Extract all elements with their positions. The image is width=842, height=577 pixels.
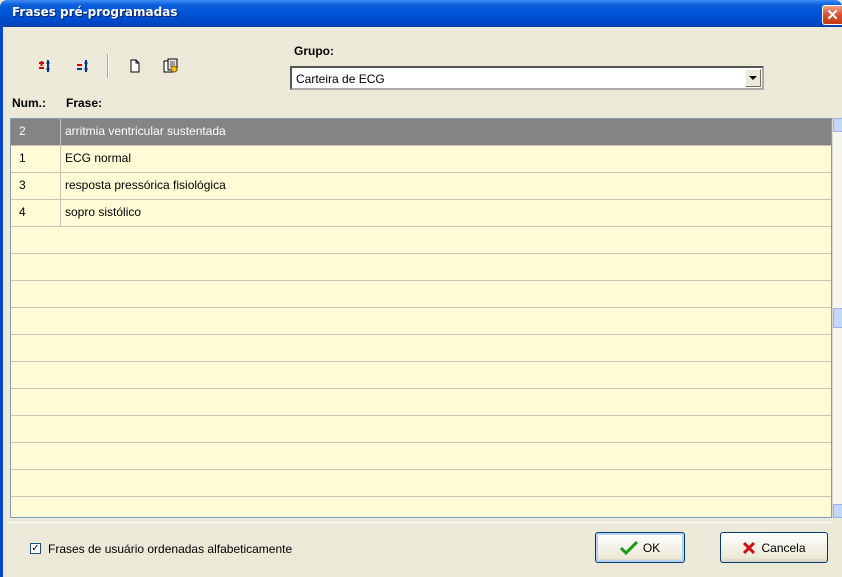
cell-frase: sopro sistólico: [65, 205, 142, 219]
new-phrase-button[interactable]: [125, 56, 145, 76]
sort-alphabetically-label[interactable]: Frases de usuário ordenadas alfabeticame…: [48, 542, 292, 556]
cell-num: 4: [11, 200, 61, 226]
cell-num: 1: [11, 146, 61, 172]
empty-row[interactable]: [11, 281, 831, 308]
close-button[interactable]: ✕: [822, 5, 842, 25]
chevron-down-icon[interactable]: [745, 69, 761, 87]
scroll-thumb[interactable]: [833, 308, 842, 328]
close-icon: ✕: [826, 6, 839, 24]
cell-num: [11, 308, 61, 334]
empty-row[interactable]: [11, 227, 831, 254]
cell-frase: ECG normal: [65, 151, 132, 165]
empty-row[interactable]: [11, 254, 831, 281]
grid-body: 2 arritmia ventricular sustentada 1 ECG nor…: [11, 119, 831, 517]
empty-row[interactable]: [11, 308, 831, 335]
title-bar[interactable]: Frases pré-programadas ✕: [0, 0, 842, 27]
table-row[interactable]: 4 sopro sistólico: [11, 200, 831, 227]
insert-row-button[interactable]: [35, 56, 55, 76]
copy-phrase-button[interactable]: [161, 56, 181, 76]
ok-button[interactable]: OK: [595, 532, 685, 563]
empty-row[interactable]: [11, 497, 831, 517]
cell-num: [11, 470, 61, 496]
cell-num: [11, 497, 61, 517]
check-icon: [619, 540, 638, 555]
column-header-frase: Frase:: [66, 96, 103, 110]
empty-row[interactable]: [11, 335, 831, 362]
insert-row-icon: [39, 60, 50, 72]
cell-frase: arritmia ventricular sustentada: [65, 124, 226, 138]
cell-num: 3: [11, 173, 61, 199]
cell-num: [11, 335, 61, 361]
dialog-window: Frases pré-programadas ✕ Grupo: Carteira…: [0, 0, 842, 577]
new-document-icon: [130, 59, 140, 73]
cancel-label: Cancela: [761, 540, 806, 555]
cell-num: [11, 443, 61, 469]
grid-scrollbar[interactable]: [832, 118, 842, 518]
remove-row-button[interactable]: [73, 56, 93, 76]
cell-num: [11, 281, 61, 307]
scroll-down-button[interactable]: [833, 504, 842, 518]
grupo-selected-value: Carteira de ECG: [296, 72, 385, 86]
empty-row[interactable]: [11, 362, 831, 389]
toolbar-separator: [107, 54, 109, 78]
remove-row-icon: [77, 60, 88, 72]
cell-num: [11, 389, 61, 415]
empty-row[interactable]: [11, 470, 831, 497]
empty-row[interactable]: [11, 416, 831, 443]
grupo-select[interactable]: Carteira de ECG: [290, 66, 764, 90]
cell-num: [11, 362, 61, 388]
cross-icon: [743, 541, 756, 554]
empty-row[interactable]: [11, 389, 831, 416]
ok-label: OK: [642, 540, 661, 555]
sort-alphabetically-checkbox[interactable]: ✓: [30, 543, 41, 554]
table-row[interactable]: 3 resposta pressórica fisiológica: [11, 173, 831, 200]
table-row[interactable]: 1 ECG normal: [11, 146, 831, 173]
table-row[interactable]: 2 arritmia ventricular sustentada: [11, 119, 831, 146]
cell-num: [11, 254, 61, 280]
column-header-num: Num.:: [12, 96, 46, 110]
phrases-grid[interactable]: 2 arritmia ventricular sustentada 1 ECG nor…: [10, 118, 832, 518]
cell-num: [11, 227, 61, 253]
window-frame: [0, 27, 3, 577]
empty-row[interactable]: [11, 443, 831, 470]
copy-document-icon: [163, 58, 178, 73]
window-title: Frases pré-programadas: [12, 5, 178, 19]
cell-num: [11, 416, 61, 442]
cell-num: 2: [11, 119, 61, 145]
checkmark-icon: ✓: [31, 543, 40, 554]
grupo-label: Grupo:: [294, 44, 334, 58]
cancel-button[interactable]: Cancela: [720, 532, 828, 563]
cell-frase: resposta pressórica fisiológica: [65, 178, 226, 192]
scroll-up-button[interactable]: [833, 118, 842, 132]
